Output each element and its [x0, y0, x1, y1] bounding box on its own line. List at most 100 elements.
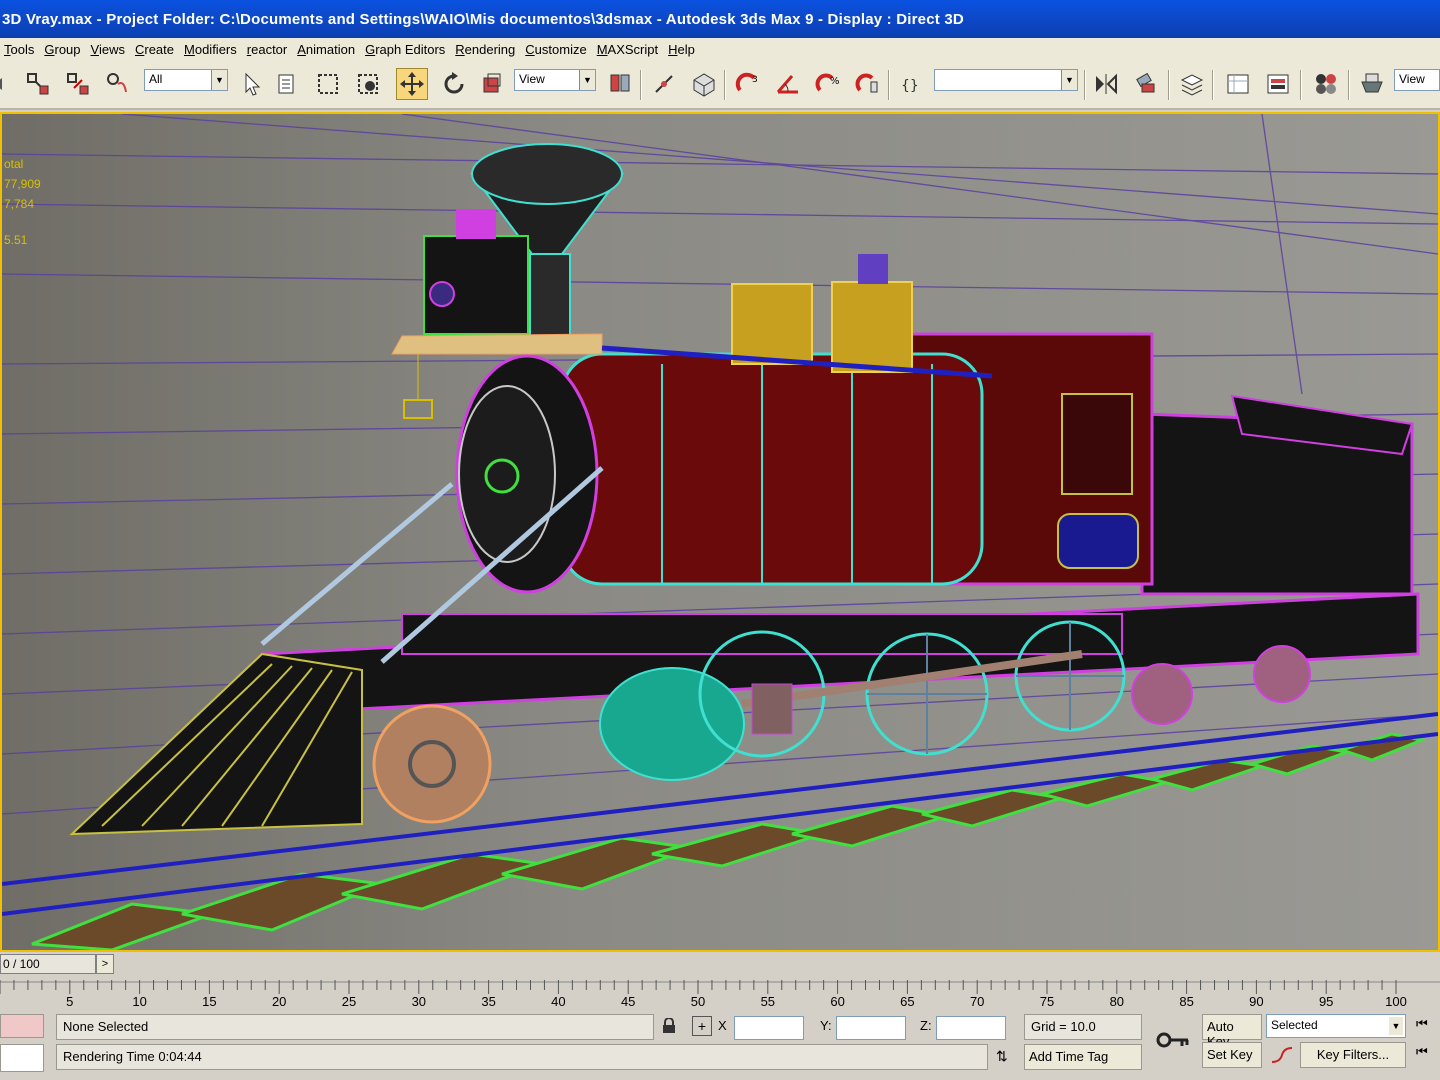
lock-selection-icon[interactable]	[662, 1017, 676, 1037]
track-bar-tick-label: 80	[1110, 994, 1124, 1009]
time-slider[interactable]: 0 / 100 >	[0, 952, 1440, 976]
track-bar-tick-label: 75	[1040, 994, 1054, 1009]
schematic-view-icon[interactable]	[1262, 68, 1294, 100]
toolbar-separator	[1212, 70, 1214, 100]
svg-text:%: %	[830, 76, 840, 87]
select-and-scale-icon[interactable]	[476, 68, 508, 100]
key-filters-button[interactable]: Key Filters...	[1300, 1042, 1406, 1068]
auto-key-button[interactable]: Auto Key	[1202, 1014, 1262, 1049]
snaps-toggle-icon[interactable]: 3	[732, 68, 764, 100]
track-bar-tick-label: 30	[412, 994, 426, 1009]
select-and-rotate-icon[interactable]	[438, 68, 470, 100]
menu-maxscript[interactable]: MAXScript	[593, 42, 664, 57]
edit-named-selection-icon[interactable]: {}	[896, 68, 928, 100]
menu-help[interactable]: Help	[664, 42, 701, 57]
spinner-snap-toggle-icon[interactable]	[852, 68, 884, 100]
track-bar-tick-label: 95	[1319, 994, 1333, 1009]
title-bar: 3D Vray.max - Project Folder: C:\Documen…	[0, 0, 1440, 38]
select-and-move-icon[interactable]	[396, 68, 428, 100]
menu-rendering[interactable]: Rendering	[451, 42, 521, 57]
perspective-viewport[interactable]: otal 77,909 7,784 5.51	[0, 112, 1440, 952]
z-coord-input[interactable]	[936, 1016, 1006, 1040]
time-tag-icon: ⇅	[996, 1048, 1008, 1064]
add-time-tag-button[interactable]: Add Time Tag	[1024, 1044, 1142, 1070]
menu-reactor[interactable]: reactor	[243, 42, 293, 57]
selection-status: None Selected	[56, 1014, 654, 1040]
time-slider-thumb[interactable]: 0 / 100	[0, 954, 96, 974]
y-coord-label: Y:	[820, 1018, 832, 1033]
absolute-mode-transform-icon[interactable]: +	[692, 1016, 712, 1036]
track-bar-tick-label: 50	[691, 994, 705, 1009]
svg-text:{}: {}	[901, 78, 919, 94]
keyboard-shortcut-override-icon[interactable]	[688, 68, 720, 100]
bind-to-space-warp-icon[interactable]	[102, 68, 134, 100]
named-selection-dropdown[interactable]: ▼	[934, 69, 1078, 91]
select-by-name-icon[interactable]	[272, 68, 304, 100]
menu-graph-editors[interactable]: Graph Editors	[361, 42, 451, 57]
select-object-icon[interactable]	[236, 68, 268, 100]
menu-modifiers[interactable]: Modifiers	[180, 42, 243, 57]
time-slider-next-button[interactable]: >	[96, 954, 114, 974]
mirror-icon[interactable]	[1090, 68, 1122, 100]
selection-filter-dropdown[interactable]: All ▼	[144, 69, 228, 91]
curve-editor-icon[interactable]	[1222, 68, 1254, 100]
locomotive-wireframe-scene	[2, 114, 1438, 950]
go-to-start-icon[interactable]: ⏮	[1416, 1044, 1428, 1060]
reference-coordinate-value: View	[519, 72, 545, 86]
window-crossing-icon[interactable]	[352, 68, 384, 100]
main-toolbar: All ▼ View ▼ 3 % {} ▼ View	[0, 60, 1440, 110]
track-bar-tick-label: 40	[551, 994, 565, 1009]
pivot-center-icon[interactable]	[604, 68, 636, 100]
key-icon[interactable]	[1156, 1030, 1190, 1053]
toolbar-separator	[640, 70, 642, 100]
prompt-line: Rendering Time 0:04:44	[56, 1044, 988, 1070]
chevron-down-icon: ▼	[579, 70, 595, 90]
menu-views[interactable]: Views	[87, 42, 131, 57]
menu-customize[interactable]: Customize	[521, 42, 592, 57]
go-to-start-icon[interactable]: ⏮	[1416, 1016, 1428, 1032]
undo-icon[interactable]	[0, 68, 18, 100]
svg-text:3: 3	[752, 75, 758, 85]
status-bar: None Selected Rendering Time 0:04:44 + X…	[0, 1012, 1440, 1080]
reference-coordinate-dropdown[interactable]: View ▼	[514, 69, 596, 91]
x-coord-input[interactable]	[734, 1016, 804, 1040]
track-bar-tick-label: 20	[272, 994, 286, 1009]
maxscript-listener-white[interactable]	[0, 1044, 44, 1072]
angle-snap-toggle-icon[interactable]	[772, 68, 804, 100]
toolbar-separator	[1168, 70, 1170, 100]
manipulate-icon[interactable]	[648, 68, 680, 100]
rectangular-selection-icon[interactable]	[312, 68, 344, 100]
viewport-statistics: otal 77,909 7,784 5.51	[4, 154, 41, 250]
unlink-selection-icon[interactable]	[62, 68, 94, 100]
track-bar-tick-label: 100	[1385, 994, 1407, 1009]
menu-tools[interactable]: Tools	[0, 42, 40, 57]
align-icon[interactable]	[1130, 68, 1162, 100]
window-title: 3D Vray.max - Project Folder: C:\Documen…	[2, 10, 964, 28]
track-bar-tick-label: 55	[761, 994, 775, 1009]
track-bar-tick-label: 85	[1179, 994, 1193, 1009]
set-key-button[interactable]: Set Key	[1202, 1042, 1262, 1068]
menu-animation[interactable]: Animation	[293, 42, 361, 57]
grid-size: Grid = 10.0	[1024, 1014, 1142, 1040]
render-scene-icon[interactable]	[1356, 68, 1388, 100]
stat-fps: 5.51	[4, 233, 28, 247]
default-in-out-tangent-icon[interactable]	[1270, 1044, 1294, 1069]
render-type-dropdown[interactable]: View	[1394, 69, 1440, 91]
key-mode-value: Selected	[1271, 1018, 1318, 1032]
selection-filter-value: All	[149, 72, 163, 86]
track-bar[interactable]: 5 10 15 20 25 30 35 40 45 50 55 60 65 70 75 80 85 90 95 100	[0, 976, 1440, 1012]
menu-create[interactable]: Create	[131, 42, 180, 57]
track-bar-ruler: 5 10 15 20 25 30 35 40 45 50 55 60 65 70 75 80 85 90 95 100	[0, 980, 1440, 1009]
percent-snap-toggle-icon[interactable]: %	[812, 68, 844, 100]
maxscript-listener-pink[interactable]	[0, 1014, 44, 1038]
select-and-link-icon[interactable]	[22, 68, 54, 100]
material-editor-icon[interactable]	[1310, 68, 1342, 100]
track-bar-tick-label: 15	[202, 994, 216, 1009]
menu-group[interactable]: Group	[40, 42, 86, 57]
stat-polys: 77,909	[4, 177, 41, 191]
y-coord-input[interactable]	[836, 1016, 906, 1040]
layer-manager-icon[interactable]	[1176, 68, 1208, 100]
toolbar-separator	[1084, 70, 1086, 100]
chevron-down-icon: ▼	[1061, 70, 1077, 90]
key-mode-dropdown[interactable]: Selected ▼	[1266, 1014, 1406, 1038]
